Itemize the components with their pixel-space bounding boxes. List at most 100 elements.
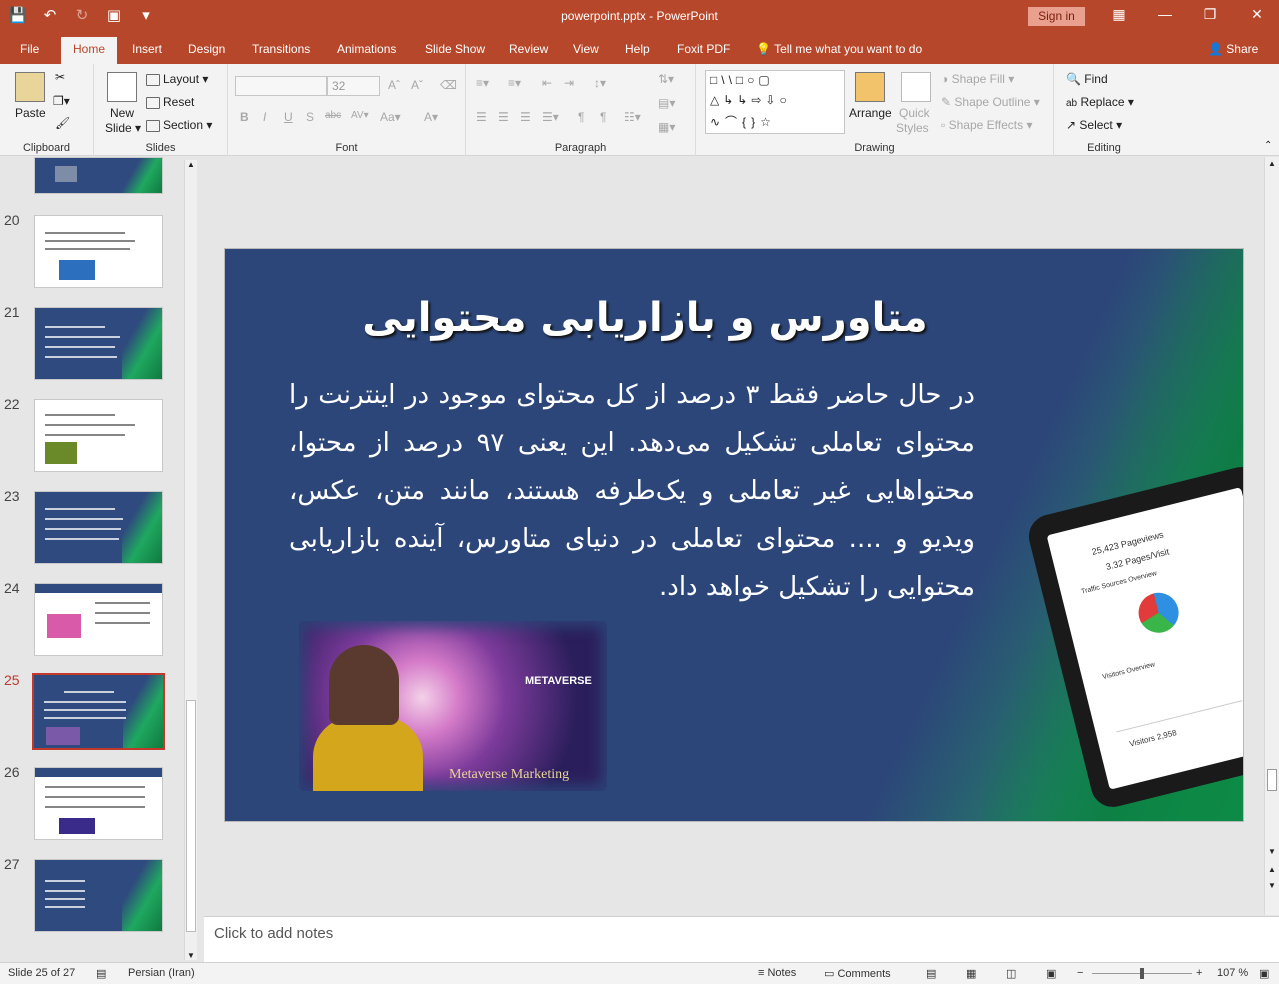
reading-view-icon[interactable]: ◫ — [1006, 967, 1016, 980]
zoom-out-icon[interactable]: − — [1077, 967, 1083, 979]
slide-sorter-icon[interactable]: ▦ — [966, 967, 976, 980]
ltr-icon[interactable]: ¶ — [578, 110, 584, 124]
quick-styles-button[interactable]: Quick — [899, 106, 930, 120]
line-spacing-icon[interactable]: ↕▾ — [594, 76, 606, 90]
arrange-icon[interactable] — [855, 72, 885, 102]
clear-format-icon[interactable]: ⌫ — [440, 78, 457, 92]
notes-placeholder[interactable]: Click to add notes — [214, 925, 333, 942]
align-left-icon[interactable]: ☰ — [476, 110, 487, 124]
comments-button[interactable]: ▭ Comments — [824, 967, 891, 980]
fit-to-window-icon[interactable]: ▣ — [1259, 967, 1269, 980]
tell-me-search[interactable]: 💡 Tell me what you want to do — [756, 42, 922, 56]
section-button[interactable]: Section ▾ — [146, 118, 212, 132]
collapse-ribbon-icon[interactable]: ⌃ — [1264, 140, 1272, 151]
slide-scrollbar[interactable]: ▲ ▼ ▲ ▼ — [1264, 157, 1279, 915]
rtl-icon[interactable]: ¶ — [600, 110, 606, 124]
paste-button[interactable]: Paste — [15, 106, 46, 120]
zoom-slider-knob[interactable] — [1140, 968, 1144, 979]
notes-pane[interactable]: Click to add notes — [204, 916, 1279, 962]
zoom-in-icon[interactable]: + — [1196, 967, 1202, 979]
align-text-icon[interactable]: ▤▾ — [658, 96, 675, 110]
minimize-icon[interactable]: — — [1155, 6, 1175, 22]
tab-home[interactable]: Home — [61, 37, 118, 64]
decrease-indent-icon[interactable]: ⇤ — [542, 76, 552, 90]
font-size-combo[interactable]: 32 — [327, 76, 380, 96]
scroll-down-icon[interactable]: ▼ — [187, 951, 195, 960]
shapes-row3-icon[interactable]: ∿⌒{}☆ — [710, 113, 776, 130]
zoom-level[interactable]: 107 % — [1217, 967, 1248, 979]
italic-icon[interactable]: I — [263, 110, 266, 124]
copy-icon[interactable]: ❐▾ — [53, 94, 70, 108]
close-icon[interactable]: ✕ — [1247, 6, 1267, 23]
tab-foxit-pdf[interactable]: Foxit PDF — [677, 42, 730, 56]
share-button[interactable]: 👤 Share — [1208, 42, 1258, 56]
quick-styles-icon[interactable] — [901, 72, 931, 102]
numbering-icon[interactable]: ≡▾ — [508, 76, 521, 90]
ribbon-display-icon[interactable]: ▦ — [1109, 6, 1129, 23]
slide-thumb-27[interactable] — [34, 859, 163, 932]
bullets-icon[interactable]: ≡▾ — [476, 76, 489, 90]
font-color-icon[interactable]: A▾ — [424, 110, 438, 124]
notes-button[interactable]: ≡ Notes — [758, 967, 796, 979]
new-slide-button-2[interactable]: Slide ▾ — [105, 121, 141, 135]
scroll-thumb[interactable] — [186, 700, 196, 932]
grow-font-icon[interactable]: Aˆ — [388, 78, 400, 92]
tab-review[interactable]: Review — [509, 42, 548, 56]
slide-thumb-25[interactable] — [32, 673, 165, 750]
slide-thumb-24[interactable] — [34, 583, 163, 656]
sign-in-button[interactable]: Sign in — [1028, 7, 1085, 26]
text-direction-icon[interactable]: ⇅▾ — [658, 72, 674, 86]
shadow-icon[interactable]: S — [306, 110, 314, 124]
restore-icon[interactable]: ❐ — [1200, 6, 1220, 23]
scroll-up-icon[interactable]: ▲ — [1268, 159, 1276, 168]
format-painter-icon[interactable]: 🖌 — [55, 116, 70, 130]
tab-help[interactable]: Help — [625, 42, 650, 56]
tab-file[interactable]: File — [20, 42, 39, 56]
scroll-down-icon[interactable]: ▼ — [1268, 847, 1276, 856]
slide-thumb-26[interactable] — [34, 767, 163, 840]
align-right-icon[interactable]: ☰ — [520, 110, 531, 124]
tab-animations[interactable]: Animations — [337, 42, 396, 56]
reset-button[interactable]: Reset — [146, 95, 194, 109]
shape-fill-button[interactable]: ◑ Shape Fill ▾ — [941, 72, 1014, 86]
arrange-button[interactable]: Arrange — [849, 106, 892, 120]
cut-icon[interactable]: ✂ — [55, 70, 65, 84]
replace-button[interactable]: ab Replace ▾ — [1066, 95, 1134, 109]
tab-slide-show[interactable]: Slide Show — [425, 42, 485, 56]
new-slide-button[interactable]: New — [110, 106, 134, 120]
strikethrough-icon[interactable]: abc — [325, 110, 341, 121]
slide-thumb-22[interactable] — [34, 399, 163, 472]
scroll-thumb[interactable] — [1267, 769, 1277, 791]
align-center-icon[interactable]: ☰ — [498, 110, 509, 124]
slide-thumb-21[interactable] — [34, 307, 163, 380]
shapes-row2-icon[interactable]: △↳↳⇨⇩○ — [710, 93, 791, 107]
tab-transitions[interactable]: Transitions — [252, 42, 310, 56]
language-indicator[interactable]: Persian (Iran) — [128, 967, 195, 979]
thumbnail-scrollbar[interactable]: ▲ ▼ — [184, 160, 197, 960]
slide-show-icon[interactable]: ▣ — [1046, 967, 1056, 980]
shape-effects-button[interactable]: ▫ Shape Effects ▾ — [941, 118, 1032, 132]
spelling-icon[interactable]: ▤ — [96, 967, 106, 980]
tab-view[interactable]: View — [573, 42, 599, 56]
slide-title[interactable]: متاورس و بازاریابی محتوایی — [335, 295, 955, 341]
shrink-font-icon[interactable]: Aˇ — [411, 78, 423, 92]
shapes-gallery[interactable]: □\\□○▢ △↳↳⇨⇩○ ∿⌒{}☆ — [705, 70, 845, 134]
paste-icon[interactable] — [15, 72, 45, 102]
metaverse-image[interactable]: METAVERSE Metaverse Marketing — [299, 621, 607, 791]
slide-thumb-19[interactable] — [34, 157, 163, 194]
slide-body-text[interactable]: در حال حاضر فقط ۳ درصد از کل محتوای موجو… — [289, 371, 975, 611]
font-name-combo[interactable] — [235, 76, 327, 96]
scroll-up-icon[interactable]: ▲ — [187, 160, 195, 169]
shape-outline-button[interactable]: ✎ Shape Outline ▾ — [941, 95, 1040, 109]
slide-thumb-23[interactable] — [34, 491, 163, 564]
tab-design[interactable]: Design — [188, 42, 225, 56]
find-button[interactable]: 🔍 Find — [1066, 72, 1108, 86]
bold-icon[interactable]: B — [240, 110, 249, 124]
normal-view-icon[interactable]: ▤ — [926, 967, 936, 980]
underline-icon[interactable]: U — [284, 110, 293, 124]
justify-icon[interactable]: ☰▾ — [542, 110, 559, 124]
increase-indent-icon[interactable]: ⇥ — [564, 76, 574, 90]
smartart-icon[interactable]: ▦▾ — [658, 120, 675, 134]
select-button[interactable]: ↗ Select ▾ — [1066, 118, 1122, 132]
change-case-icon[interactable]: Aa▾ — [380, 110, 401, 124]
